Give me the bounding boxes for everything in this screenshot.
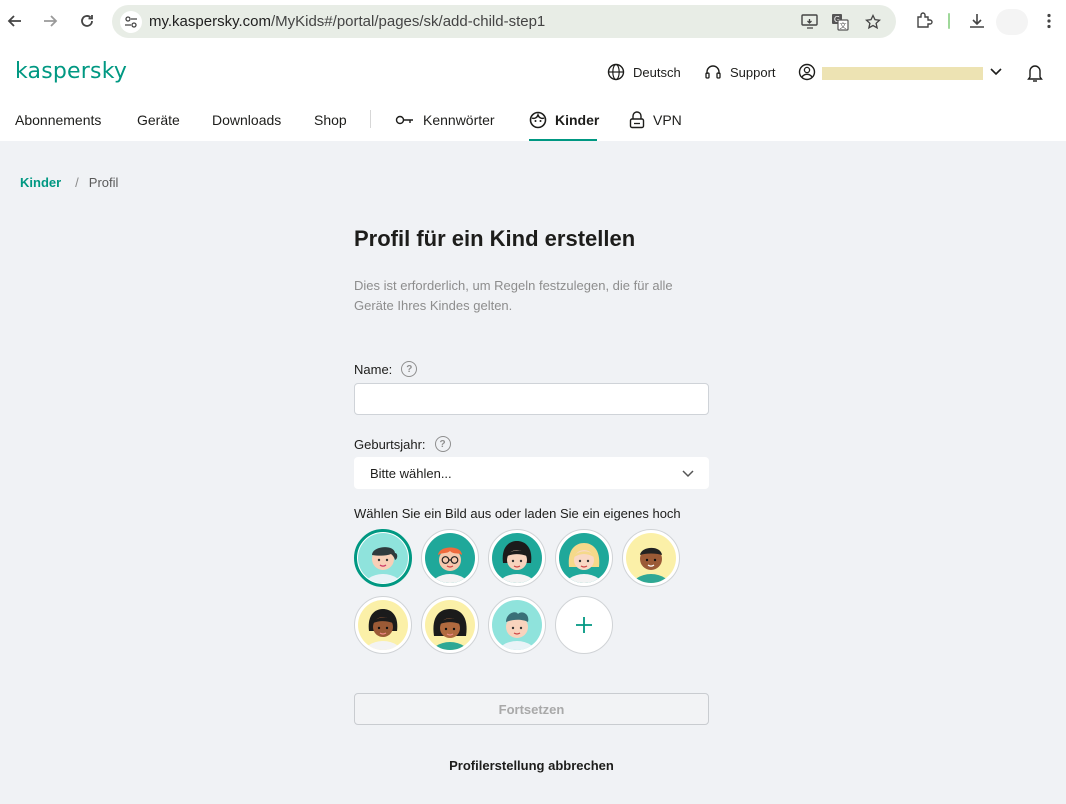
breadcrumb-current: Profil <box>88 175 119 190</box>
download-icon[interactable] <box>966 10 988 32</box>
tab-label: Shop <box>314 112 347 128</box>
tab-label: Downloads <box>212 112 282 128</box>
support-link[interactable]: Support <box>704 63 776 81</box>
avatar-boy-red-hair-glasses[interactable] <box>421 529 479 587</box>
site-settings-icon[interactable] <box>120 11 142 33</box>
girl-avatar-icon <box>492 533 542 583</box>
teal-hair-boy-avatar-icon <box>492 600 542 650</box>
headset-icon <box>705 65 721 79</box>
language-label: Deutsch <box>633 64 681 80</box>
avatar-boy-teal-hair[interactable] <box>488 596 546 654</box>
support-label: Support <box>730 64 776 80</box>
boy-glasses-avatar-icon <box>425 533 475 583</box>
back-arrow-icon[interactable] <box>3 9 27 33</box>
browser-profile-avatar[interactable] <box>996 9 1028 35</box>
chevron-down-icon[interactable] <box>989 64 1003 83</box>
breadcrumb-separator: / <box>75 175 79 190</box>
globe-icon <box>607 63 625 81</box>
tab-label: VPN <box>653 112 682 128</box>
child-face-icon <box>529 111 547 129</box>
name-label-row: Name: ? <box>354 361 418 377</box>
avatar-boy-dark-skin[interactable] <box>622 529 680 587</box>
plus-icon <box>576 617 592 633</box>
page-subtitle: Dies ist erforderlich, um Regeln festzul… <box>354 278 673 313</box>
chevron-down-icon <box>681 466 695 483</box>
address-bar[interactable]: my.kaspersky.com/MyKids#/portal/pages/sk… <box>112 5 896 38</box>
avatar-girl-dark-skin[interactable] <box>354 596 412 654</box>
nav-divider <box>370 110 371 128</box>
translate-icon[interactable]: G文 <box>830 12 850 32</box>
browser-toolbar: my.kaspersky.com/MyKids#/portal/pages/sk… <box>0 0 1066 44</box>
tab-kennwoerter[interactable]: Kennwörter <box>395 110 495 130</box>
boy-avatar-icon <box>358 533 408 583</box>
birth-year-value: Bitte wählen... <box>370 465 452 481</box>
browser-menu-icon[interactable] <box>1038 10 1060 32</box>
birth-year-label: Geburtsjahr: <box>354 436 426 452</box>
tab-abonnements[interactable]: Abonnements <box>15 110 101 130</box>
upload-avatar-button[interactable] <box>555 596 613 654</box>
tab-label: Abonnements <box>15 112 102 128</box>
cast-icon[interactable] <box>800 12 820 32</box>
kaspersky-logo[interactable]: kaspersky <box>15 59 127 84</box>
avatar-boy-dark-hair[interactable] <box>354 529 412 587</box>
account-email-redacted <box>822 67 983 80</box>
key-icon <box>395 115 413 125</box>
forward-arrow-icon[interactable] <box>38 9 62 33</box>
tab-label: Geräte <box>137 112 180 128</box>
svg-text:文: 文 <box>840 21 847 30</box>
site-header: kaspersky Deutsch Support Abonnements Ge… <box>0 44 1066 141</box>
curly-girl-avatar-icon <box>425 600 475 650</box>
url-text: my.kaspersky.com/MyKids#/portal/pages/sk… <box>149 13 545 30</box>
name-input[interactable] <box>354 383 709 415</box>
breadcrumb-kinder-link[interactable]: Kinder <box>20 175 61 190</box>
avatar-girl-blonde[interactable] <box>555 529 613 587</box>
continue-button[interactable]: Fortsetzen <box>354 693 709 725</box>
tab-label: Kinder <box>555 112 600 128</box>
breadcrumb: Kinder / Profil <box>20 175 118 190</box>
bell-icon[interactable] <box>1026 63 1044 88</box>
tab-vpn[interactable]: VPN <box>629 110 682 130</box>
birth-year-label-row: Geburtsjahr: ? <box>354 436 451 452</box>
bookmark-star-icon[interactable] <box>863 12 883 32</box>
user-circle-icon <box>798 63 816 81</box>
active-tab-indicator <box>529 139 597 141</box>
page-title: Profil für ein Kind erstellen <box>354 226 636 251</box>
blonde-girl-avatar-icon <box>559 533 609 583</box>
avatar-label: Wählen Sie ein Bild aus oder laden Sie e… <box>354 506 681 521</box>
tab-downloads[interactable]: Downloads <box>212 110 281 130</box>
avatar-girl-curly-hair[interactable] <box>421 596 479 654</box>
extensions-icon[interactable] <box>913 10 935 32</box>
url-host: my.kaspersky.com <box>149 13 271 30</box>
url-path: /MyKids#/portal/pages/sk/add-child-step1 <box>270 13 546 30</box>
dark-skin-boy-avatar-icon <box>626 533 676 583</box>
cancel-profile-link[interactable]: Profilerstellung abbrechen <box>354 758 709 773</box>
vpn-lock-icon <box>629 111 645 129</box>
account-menu[interactable] <box>798 63 816 81</box>
reload-icon[interactable] <box>75 9 99 33</box>
birth-year-help-icon[interactable]: ? <box>434 436 451 452</box>
tab-shop[interactable]: Shop <box>314 110 347 130</box>
tab-kinder[interactable]: Kinder <box>529 110 599 130</box>
dark-skin-girl-avatar-icon <box>358 600 408 650</box>
tab-geraete[interactable]: Geräte <box>137 110 180 130</box>
tab-label: Kennwörter <box>423 112 495 128</box>
name-label: Name: <box>354 361 393 377</box>
toolbar-divider <box>948 13 950 29</box>
language-selector[interactable]: Deutsch <box>607 63 681 81</box>
birth-year-select[interactable]: Bitte wählen... <box>354 457 709 489</box>
avatar-girl-black-hair[interactable] <box>488 529 546 587</box>
name-help-icon[interactable]: ? <box>401 361 418 377</box>
